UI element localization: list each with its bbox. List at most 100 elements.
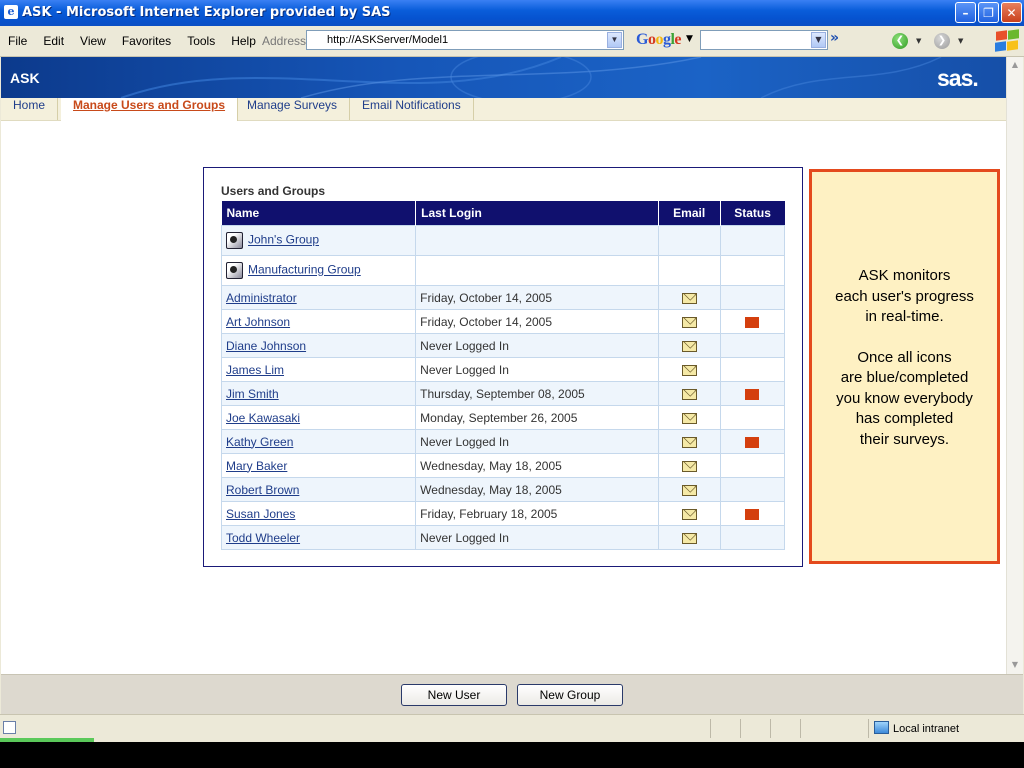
callout-line: Once all icons xyxy=(857,348,952,366)
new-group-button[interactable]: New Group xyxy=(517,684,623,706)
user-link[interactable]: Todd Wheeler xyxy=(226,531,300,545)
table-row-user: Mary Baker Wednesday, May 18, 2005 xyxy=(220,453,786,478)
users-groups-panel: Users and Groups Name Last Login Email S… xyxy=(203,167,803,567)
status-divider xyxy=(740,719,741,738)
forward-dropdown-icon[interactable]: ▼ xyxy=(958,37,963,45)
email-envelope-icon[interactable] xyxy=(681,292,697,304)
tab-manage-surveys[interactable]: Manage Surveys xyxy=(235,98,351,120)
email-envelope-icon[interactable] xyxy=(681,412,697,424)
cell-last-login: Never Logged In xyxy=(415,357,659,382)
table-row-user: Kathy Green Never Logged In xyxy=(220,429,786,454)
group-link[interactable]: John's Group xyxy=(248,233,319,247)
email-envelope-icon[interactable] xyxy=(681,316,697,328)
cell-email xyxy=(657,225,721,256)
status-divider xyxy=(800,719,801,738)
callout-paragraph-2: Once all icons are blue/completed you kn… xyxy=(812,348,997,451)
cell-last-login: Friday, October 14, 2005 xyxy=(415,309,659,334)
user-link[interactable]: Kathy Green xyxy=(226,435,293,449)
google-search-input[interactable]: ▼ xyxy=(700,30,828,50)
user-link[interactable]: Robert Brown xyxy=(226,483,299,497)
menu-view[interactable]: View xyxy=(72,34,114,48)
email-envelope-icon[interactable] xyxy=(681,436,697,448)
address-dropdown-icon[interactable]: ▼ xyxy=(607,32,622,48)
table-row-user: Diane Johnson Never Logged In xyxy=(220,333,786,358)
status-bar: Local intranet xyxy=(0,714,1024,742)
cell-name: Manufacturing Group xyxy=(220,255,417,286)
users-groups-table: Name Last Login Email Status John's Grou… xyxy=(220,201,786,550)
intranet-zone-icon xyxy=(874,721,889,734)
ie-icon: e xyxy=(4,5,18,19)
column-header-status[interactable]: Status xyxy=(720,201,785,226)
callout-paragraph-1: ASK monitors each user's progress in rea… xyxy=(812,266,997,328)
email-envelope-icon[interactable] xyxy=(681,484,697,496)
user-link[interactable]: Art Johnson xyxy=(226,315,290,329)
user-link[interactable]: Susan Jones xyxy=(226,507,295,521)
back-dropdown-icon[interactable]: ▼ xyxy=(916,37,921,45)
email-envelope-icon[interactable] xyxy=(681,340,697,352)
user-link[interactable]: Joe Kawasaki xyxy=(226,411,300,425)
cell-name: Joe Kawasaki xyxy=(220,405,417,430)
tab-email-notifications[interactable]: Email Notifications xyxy=(350,98,474,120)
email-envelope-icon[interactable] xyxy=(681,364,697,376)
google-menu-caret-icon[interactable]: ▼ xyxy=(686,34,693,44)
app-name: ASK xyxy=(10,70,40,86)
table-row-user: Jim Smith Thursday, September 08, 2005 xyxy=(220,381,786,406)
menu-file[interactable]: File xyxy=(0,34,35,48)
table-body: John's Group Manufacturing Group Administr… xyxy=(220,225,786,550)
callout-line: their surveys. xyxy=(859,430,950,448)
security-zone-label: Local intranet xyxy=(893,723,960,735)
title-bar: e ASK - Microsoft Internet Explorer prov… xyxy=(0,0,1024,26)
callout-line: ASK monitors xyxy=(858,267,951,284)
user-link[interactable]: Mary Baker xyxy=(226,459,287,473)
menu-favorites[interactable]: Favorites xyxy=(114,34,179,48)
column-header-name[interactable]: Name xyxy=(221,201,417,226)
status-incomplete-icon xyxy=(745,436,760,448)
cell-name: Mary Baker xyxy=(220,453,417,478)
user-link[interactable]: James Lim xyxy=(226,363,284,377)
status-divider xyxy=(770,719,771,738)
cell-status xyxy=(719,525,786,550)
table-row-user: Art Johnson Friday, October 14, 2005 xyxy=(220,309,786,334)
address-input[interactable]: http://ASKServer/Model1 ▼ xyxy=(306,30,624,50)
email-envelope-icon[interactable] xyxy=(681,460,697,472)
menu-help[interactable]: Help xyxy=(223,34,264,48)
scroll-up-icon[interactable]: ▲ xyxy=(1007,57,1023,73)
tab-manage-users-and-groups[interactable]: Manage Users and Groups xyxy=(61,98,239,121)
toolbar-more-chevron[interactable]: » xyxy=(830,30,839,46)
google-logo[interactable]: Google xyxy=(636,31,681,49)
cell-status xyxy=(719,477,786,502)
menu-tools[interactable]: Tools xyxy=(179,34,223,48)
column-header-email[interactable]: Email xyxy=(658,201,721,226)
column-header-last-login[interactable]: Last Login xyxy=(415,201,659,226)
cell-last-login xyxy=(415,225,659,256)
table-row-user: Susan Jones Friday, February 18, 2005 xyxy=(220,501,786,526)
maximize-button[interactable]: ❐ xyxy=(978,2,999,23)
email-envelope-icon[interactable] xyxy=(681,508,697,520)
email-envelope-icon[interactable] xyxy=(681,532,697,544)
menu-edit[interactable]: Edit xyxy=(35,34,72,48)
new-user-button[interactable]: New User xyxy=(401,684,507,706)
forward-arrow-icon[interactable]: ❯ xyxy=(934,33,950,49)
cell-last-login: Friday, October 14, 2005 xyxy=(415,285,659,310)
vertical-scrollbar[interactable]: ▲ ▼ xyxy=(1006,57,1023,674)
cell-last-login: Never Logged In xyxy=(415,525,659,550)
cell-last-login xyxy=(415,255,659,286)
table-row-group: John's Group xyxy=(220,225,786,256)
cell-email xyxy=(657,309,721,334)
close-button[interactable]: ✕ xyxy=(1001,2,1022,23)
cell-last-login: Never Logged In xyxy=(415,429,659,454)
user-link[interactable]: Jim Smith xyxy=(226,387,279,401)
group-link[interactable]: Manufacturing Group xyxy=(248,263,361,277)
back-arrow-icon[interactable]: ❮ xyxy=(892,33,908,49)
minimize-button[interactable]: – xyxy=(955,2,976,23)
cell-name: Todd Wheeler xyxy=(220,525,417,550)
user-link[interactable]: Administrator xyxy=(226,291,297,305)
email-envelope-icon[interactable] xyxy=(681,388,697,400)
scroll-down-icon[interactable]: ▼ xyxy=(1007,657,1023,673)
cell-status xyxy=(719,429,786,454)
user-link[interactable]: Diane Johnson xyxy=(226,339,306,353)
tab-home[interactable]: Home xyxy=(1,98,59,120)
google-dropdown-icon[interactable]: ▼ xyxy=(811,32,826,48)
sas-logo: sas. xyxy=(937,65,979,91)
menu-bar: File Edit View Favorites Tools Help xyxy=(0,26,264,56)
